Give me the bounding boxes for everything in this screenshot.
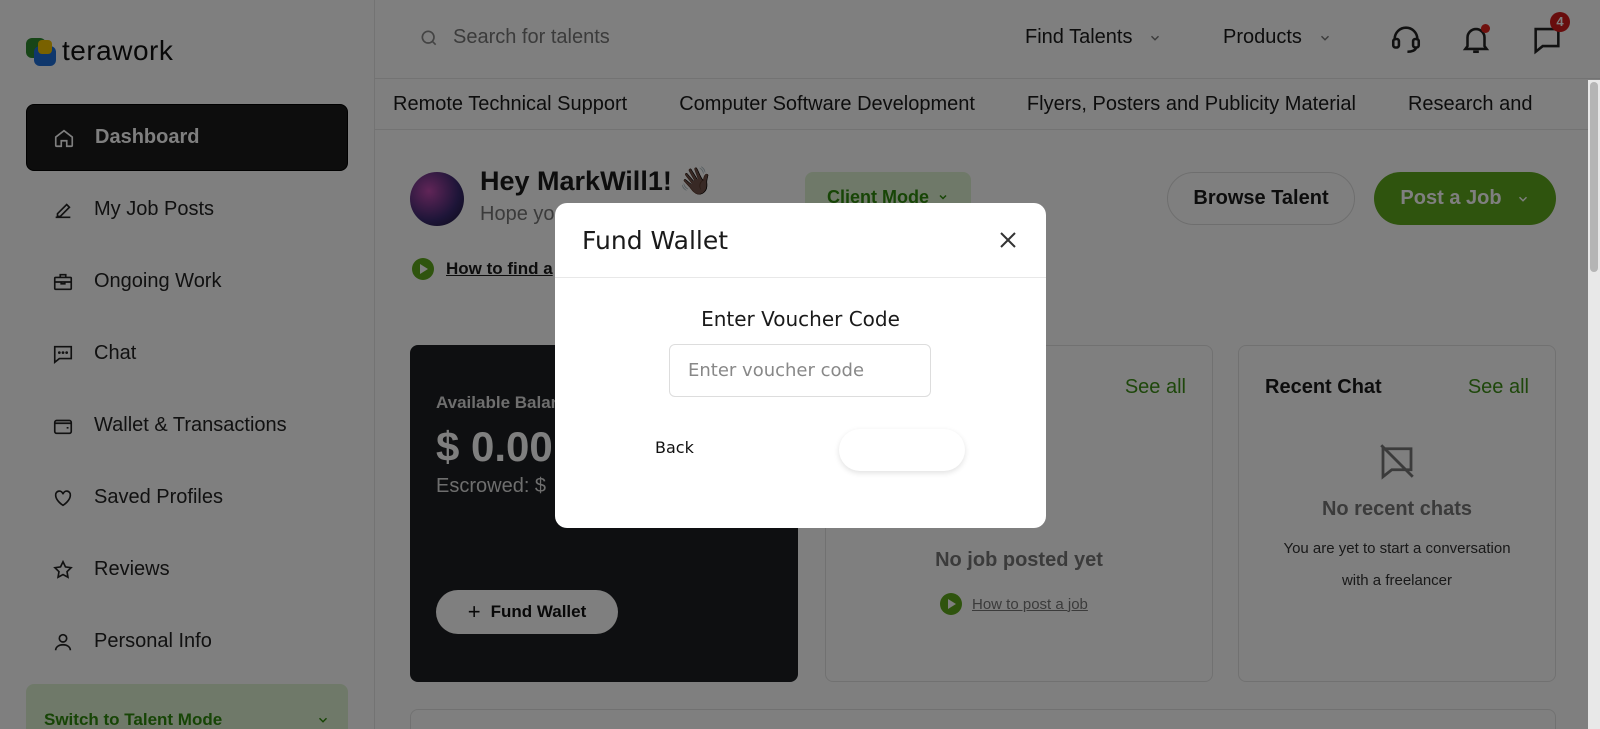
submit-voucher-button[interactable] (839, 429, 965, 471)
close-icon[interactable] (996, 228, 1020, 252)
modal-header: Fund Wallet (555, 203, 1046, 278)
back-button[interactable]: Back (655, 438, 694, 457)
voucher-label: Enter Voucher Code (701, 307, 900, 331)
fund-wallet-modal: Fund Wallet Enter Voucher Code Back (555, 203, 1046, 528)
scrollbar[interactable] (1588, 80, 1600, 729)
scrollbar-thumb[interactable] (1590, 82, 1598, 272)
modal-title: Fund Wallet (582, 225, 729, 255)
voucher-code-input[interactable] (669, 344, 931, 397)
